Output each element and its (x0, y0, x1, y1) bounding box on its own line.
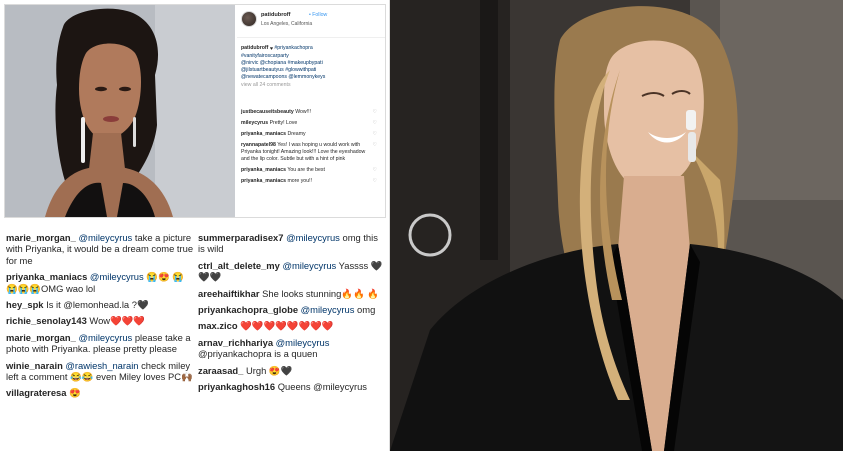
post-photo (5, 5, 235, 217)
like-heart-icon[interactable]: ♡ (373, 109, 377, 116)
like-heart-icon[interactable]: ♡ (373, 167, 377, 174)
post-header: patidubroff • Follow Los Angeles, Califo… (241, 9, 381, 33)
comment-mention[interactable]: @mileycyrus (282, 260, 336, 271)
comment-item: marie_morgan_ @mileycyrus please take a … (6, 332, 194, 355)
like-heart-icon[interactable]: ♡ (373, 142, 377, 149)
comment-mention[interactable]: @mileycyrus (286, 232, 340, 243)
comment-username[interactable]: ctrl_alt_delete_my (198, 260, 280, 271)
comment-item: arnav_richhariya @mileycyrus @priyankach… (198, 337, 386, 360)
comment-username[interactable]: max.zico (198, 320, 238, 331)
post-caption: patidubroff ♥ #priyankachopra #vanityfai… (241, 45, 379, 89)
comment-item: winie_narain @rawiesh_narain check miley… (6, 360, 194, 383)
comment-text: Urgh 😍🖤 (245, 364, 293, 376)
comment-username[interactable]: priyanka_maniacs (6, 271, 87, 282)
comment-text: 😍 (69, 387, 81, 399)
avatar[interactable] (241, 11, 257, 27)
comment-screenshot-area: marie_morgan_ @mileycyrus take a picture… (4, 224, 386, 451)
comment-username[interactable]: arnav_richhariya (198, 337, 273, 348)
caption-hashtag[interactable]: @jilstuartbeautyus #glowwithpati (241, 67, 379, 74)
comment-item: villagrateresa 😍 (6, 387, 194, 398)
comment-username[interactable]: hey_spk (6, 299, 44, 310)
post-comment: mileycyrus Pretty! Love ♡ (241, 120, 377, 127)
comment-item: summerparadisex7 @mileycyrus omg this is… (198, 232, 386, 255)
post-comment-list: justbecauseitsbeauty Wow!!! ♡ mileycyrus … (241, 109, 377, 189)
caption-hashtag[interactable]: @newatecampoons @lemmonykeys (241, 74, 379, 81)
comment-username[interactable]: summerparadisex7 (198, 232, 283, 243)
comment-item: priyankaghosh16 Queens @mileycyrus (198, 381, 386, 392)
comment-mention[interactable]: @mileycyrus (301, 304, 355, 315)
caption-hashtag[interactable]: @nirvic @chopiana #makeupbypati (241, 60, 379, 67)
comment-column-left: marie_morgan_ @mileycyrus take a picture… (6, 232, 194, 404)
divider (237, 37, 385, 38)
post-comment: priyanka_maniacs more you!! ♡ (241, 178, 377, 185)
comments-collage: patidubroff • Follow Los Angeles, Califo… (0, 0, 390, 451)
portrait-photo (390, 0, 843, 451)
like-heart-icon[interactable]: ♡ (373, 131, 377, 138)
comment-username[interactable]: villagrateresa (6, 387, 66, 398)
comment-text: Queens @mileycyrus (277, 381, 367, 393)
comment-item: max.zico ❤️❤️❤️❤️❤️❤️❤️❤️ (198, 320, 386, 331)
caption-hashtag[interactable]: #priyankachopra (274, 45, 312, 51)
comment-item: areehaiftikhar She looks stunning🔥🔥 🔥 (198, 288, 386, 299)
comment-text: Is it @lemonhead.la ?🖤 (46, 299, 149, 311)
like-heart-icon[interactable]: ♡ (373, 120, 377, 127)
comment-item: richie_senolay143 Wow❤️❤️❤️ (6, 315, 194, 326)
comment-mention[interactable]: @rawiesh_narain (65, 360, 138, 371)
like-heart-icon[interactable]: ♡ (373, 178, 377, 185)
comment-mention[interactable]: @mileycyrus (78, 232, 132, 243)
comment-column-right: summerparadisex7 @mileycyrus omg this is… (198, 232, 386, 397)
comment-item: priyankachopra_globe @mileycyrus omg (198, 304, 386, 315)
comment-mention[interactable]: @mileycyrus (78, 332, 132, 343)
comment-username[interactable]: priyankachopra_globe (198, 304, 298, 315)
comment-text: She looks stunning🔥🔥 🔥 (262, 287, 379, 299)
caption-username[interactable]: patidubroff (241, 45, 268, 51)
comment-item: zaraasad_ Urgh 😍🖤 (198, 365, 386, 376)
comment-item: priyanka_maniacs @mileycyrus 😭😍 😭😭😭😭OMG … (6, 271, 194, 294)
post-username[interactable]: patidubroff (261, 12, 291, 19)
comment-username[interactable]: marie_morgan_ (6, 232, 76, 243)
post-location[interactable]: Los Angeles, California (261, 21, 312, 28)
comment-username[interactable]: marie_morgan_ (6, 332, 76, 343)
instagram-post-embed: patidubroff • Follow Los Angeles, Califo… (4, 4, 386, 218)
post-comment: priyanka_maniacs You are the best ♡ (241, 167, 377, 174)
comment-item: ctrl_alt_delete_my @mileycyrus Yassss 🖤🖤… (198, 260, 386, 283)
comment-text: omg (354, 304, 376, 316)
comment-text: Wow❤️❤️❤️ (89, 315, 146, 327)
comment-username[interactable]: richie_senolay143 (6, 315, 87, 326)
comment-item: marie_morgan_ @mileycyrus take a picture… (6, 232, 194, 266)
comment-mention[interactable]: @mileycyrus (276, 337, 330, 348)
comment-username[interactable]: winie_narain (6, 360, 63, 371)
black-heart-icon: ♥ (269, 46, 273, 52)
view-all-comments-link[interactable]: view all 24 comments (241, 82, 379, 89)
comment-item: hey_spk Is it @lemonhead.la ?🖤 (6, 299, 194, 310)
comment-username[interactable]: priyankaghosh16 (198, 381, 275, 392)
comment-username[interactable]: areehaiftikhar (198, 288, 260, 299)
post-comment: ryannapatel98 Yes! I was hoping u would … (241, 142, 377, 162)
comment-text: ❤️❤️❤️❤️❤️❤️❤️❤️ (240, 320, 334, 332)
post-comment: priyanka_maniacs Dreamy ♡ (241, 131, 377, 138)
comment-text: @priyankachopra is a quuen (198, 348, 318, 360)
caption-hashtag[interactable]: #vanityfairoscarparty (241, 53, 379, 60)
post-comment: justbecauseitsbeauty Wow!!! ♡ (241, 109, 377, 116)
comment-username[interactable]: zaraasad_ (198, 365, 243, 376)
post-sidebar: patidubroff • Follow Los Angeles, Califo… (237, 5, 385, 217)
comment-mention[interactable]: @mileycyrus (90, 271, 144, 282)
follow-button[interactable]: • Follow (309, 12, 327, 19)
